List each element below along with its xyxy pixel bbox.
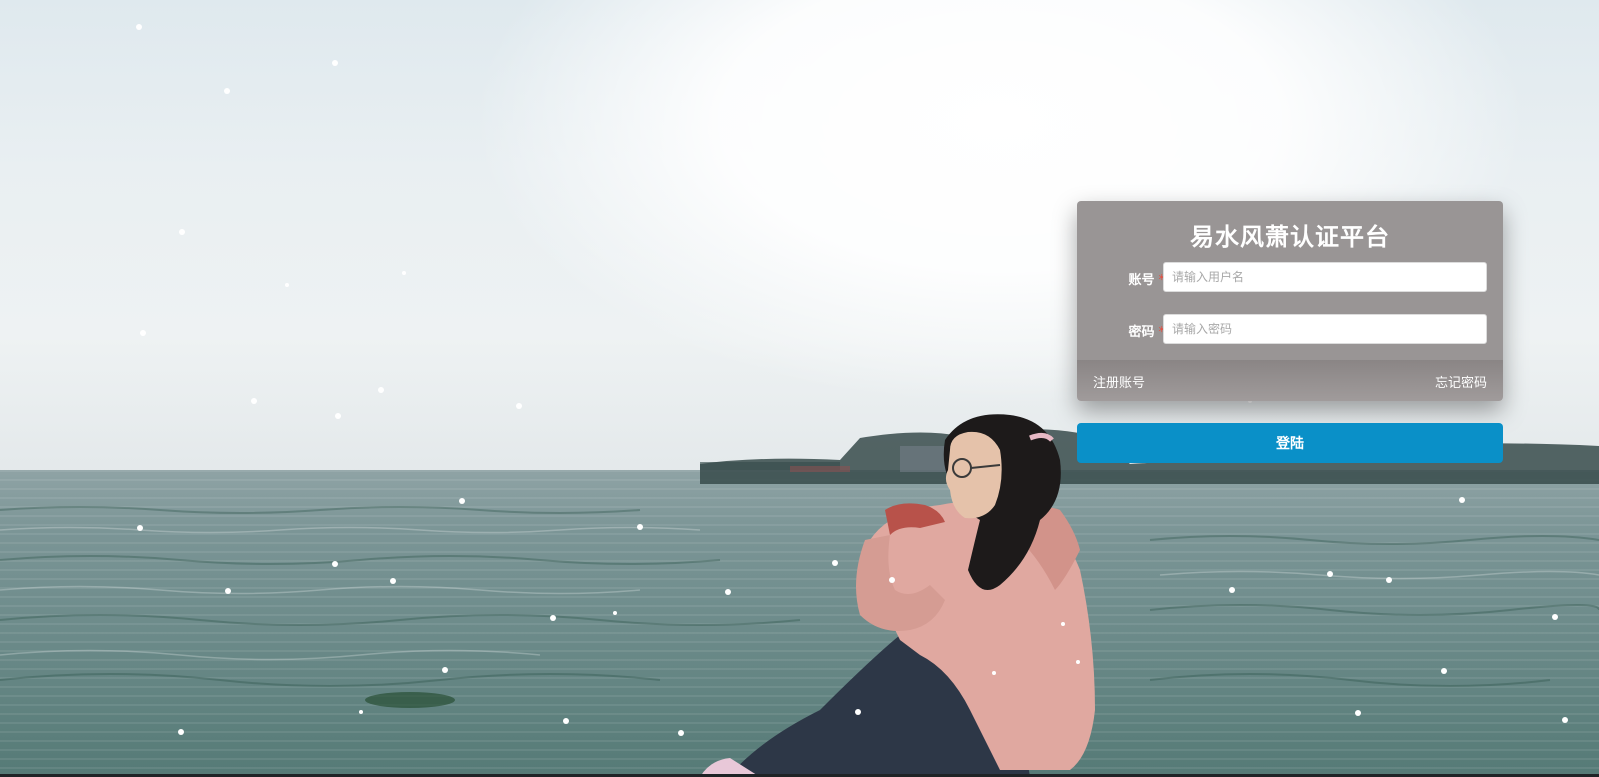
- password-label-text: 密码: [1128, 325, 1155, 340]
- account-label: 账号 *: [1115, 269, 1165, 288]
- login-panel-footer: 注册账号 忘记密码: [1077, 360, 1503, 401]
- login-panel: 易水风萧认证平台 账号* 密码* 注册账号 忘记密码: [1077, 201, 1503, 401]
- person-photo: [700, 414, 1095, 777]
- login-page: 易水风萧认证平台 账号* 密码* 注册账号 忘记密码 登陆: [0, 0, 1599, 777]
- login-button[interactable]: 登陆: [1077, 423, 1503, 463]
- password-row: 密码 *: [1077, 314, 1503, 346]
- login-form-body: 易水风萧认证平台 账号* 密码*: [1077, 201, 1503, 360]
- password-input[interactable]: [1163, 314, 1487, 344]
- username-input[interactable]: [1163, 262, 1487, 292]
- account-row: 账号 *: [1077, 262, 1503, 294]
- register-link[interactable]: 注册账号: [1093, 372, 1145, 391]
- forgot-password-link[interactable]: 忘记密码: [1435, 372, 1487, 391]
- platform-title: 易水风萧认证平台: [1190, 223, 1390, 251]
- account-label-text: 账号: [1128, 273, 1155, 288]
- password-label: 密码 *: [1115, 321, 1165, 340]
